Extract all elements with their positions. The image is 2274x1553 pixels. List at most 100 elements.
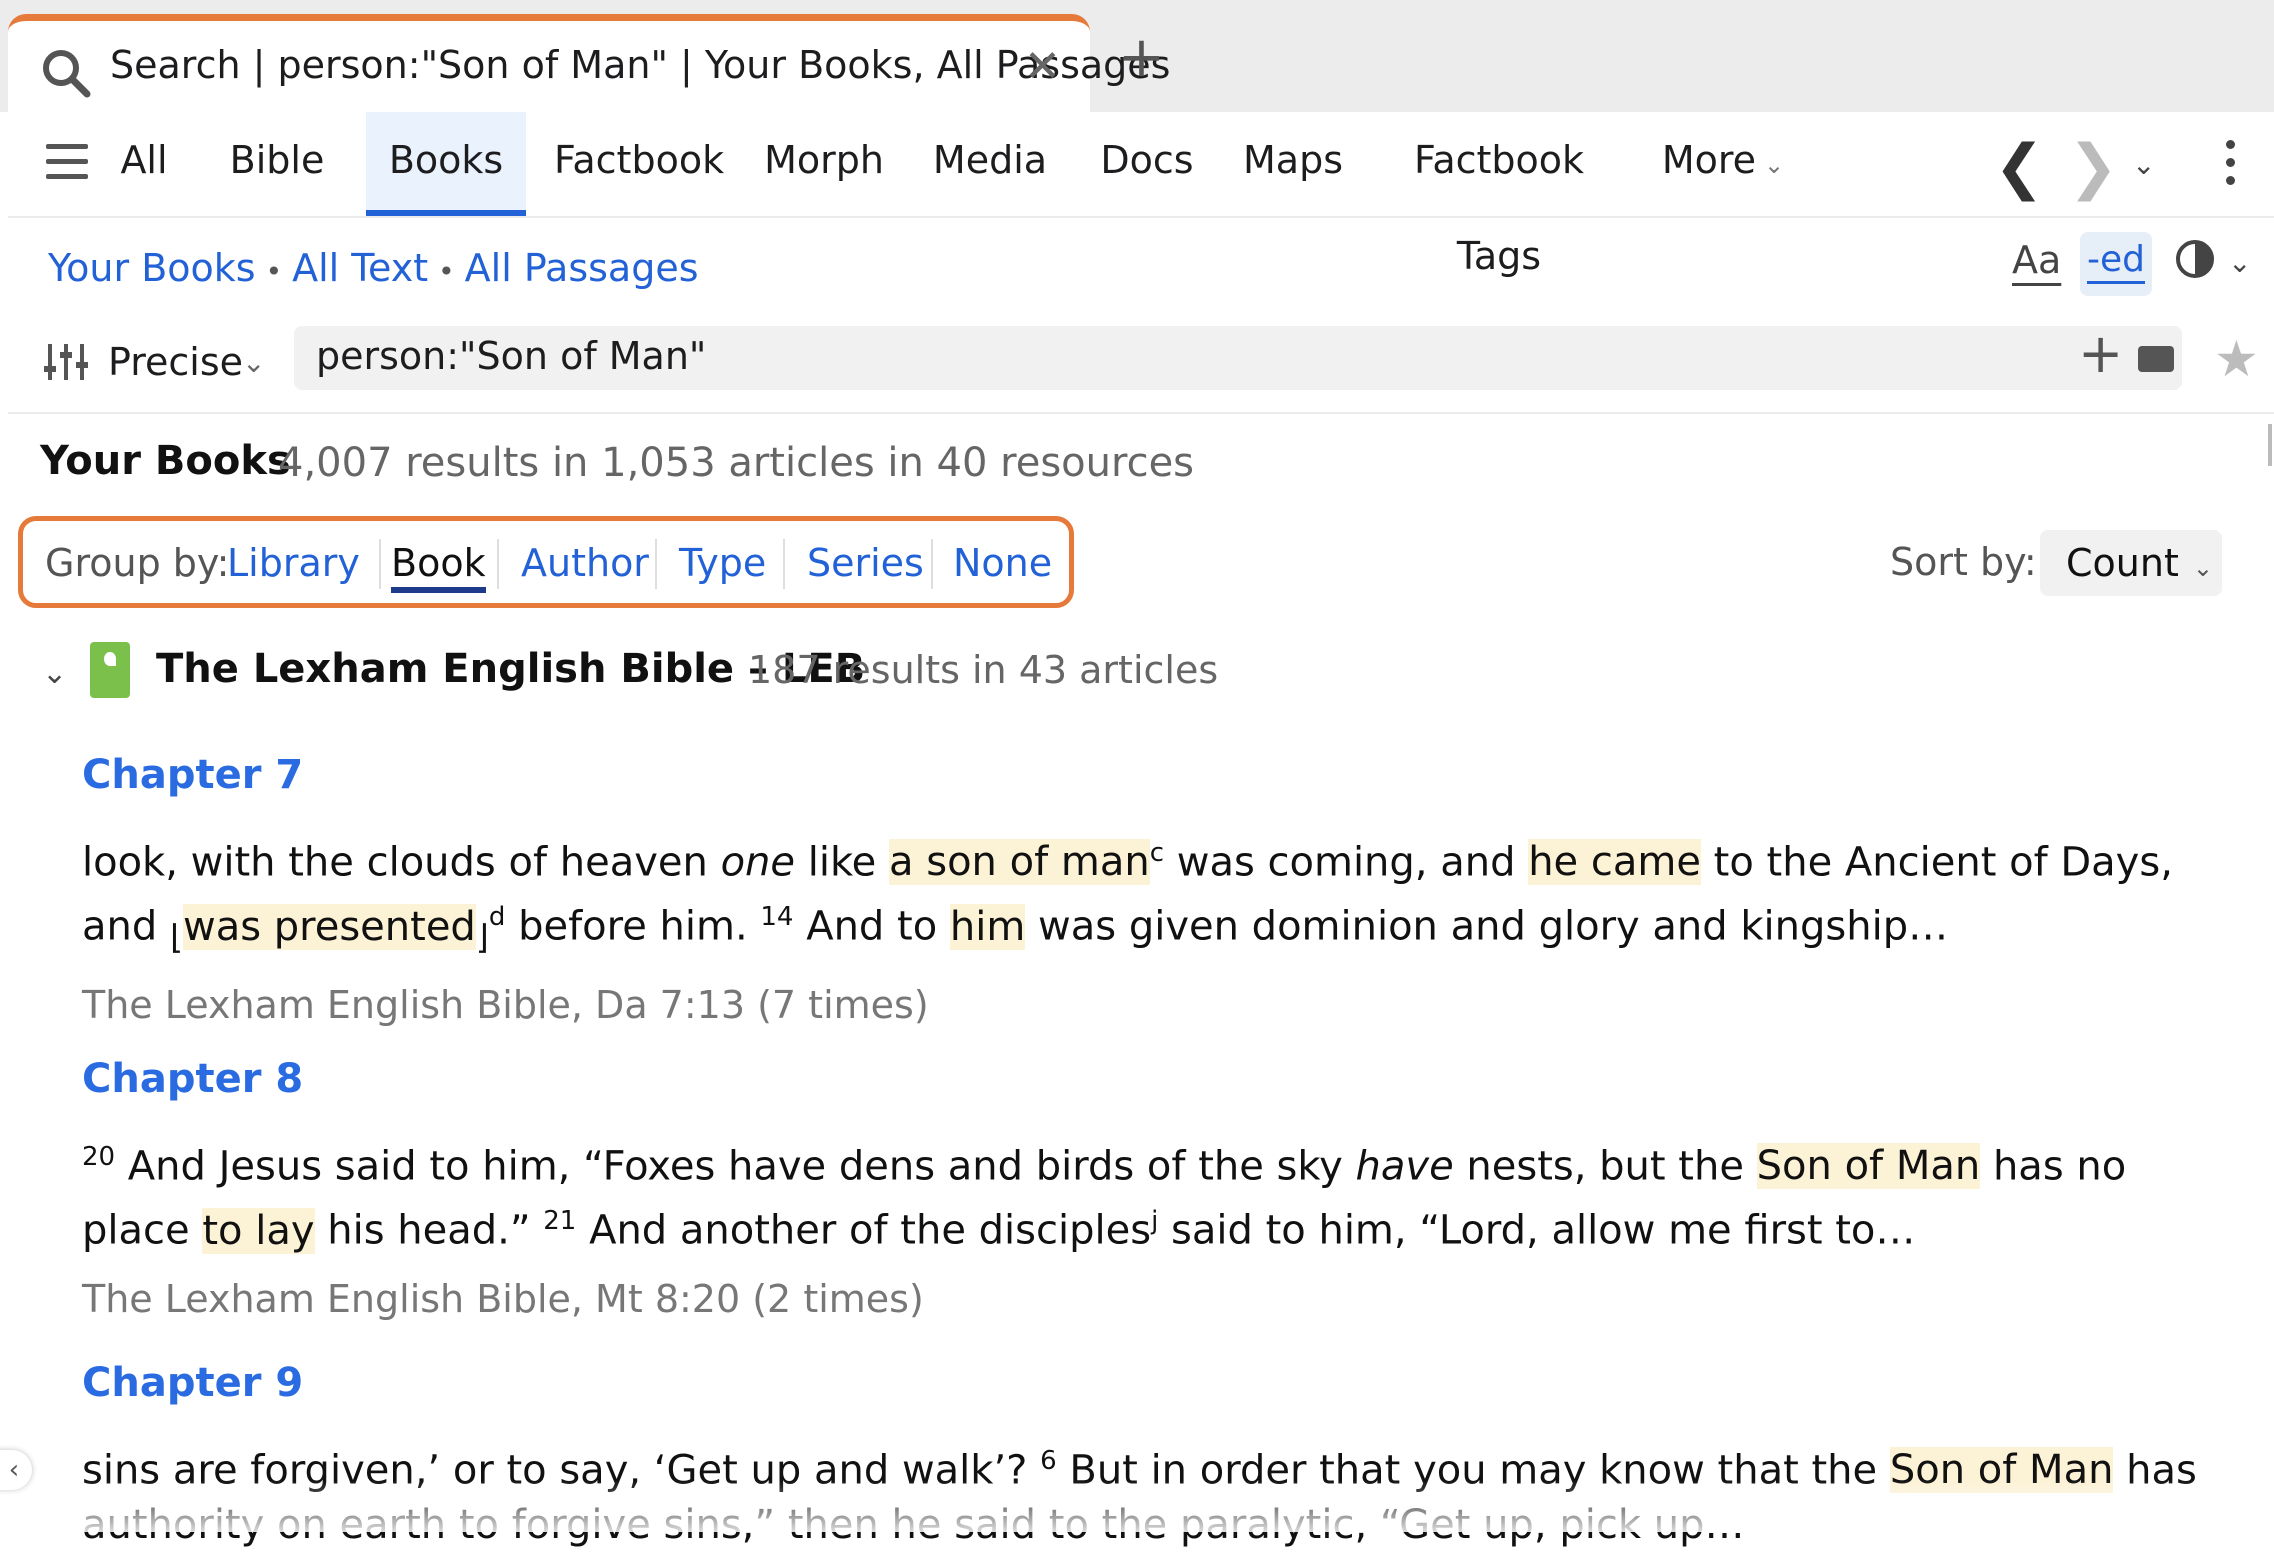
- search-mode-label[interactable]: Precise: [108, 340, 243, 384]
- result-heading[interactable]: Chapter 7: [82, 752, 2222, 798]
- text-run: said to him, “Lord, allow me first to…: [1158, 1207, 1916, 1254]
- sort-by-value: Count: [2066, 541, 2179, 585]
- search-input[interactable]: person:"Son of Man" +: [294, 322, 2182, 390]
- tab-morph[interactable]: Morph: [754, 112, 894, 216]
- tab-books[interactable]: Books: [366, 112, 526, 216]
- text-size-button[interactable]: Aa: [2012, 238, 2061, 282]
- tab-title: Search | person:"Son of Man" | Your Book…: [110, 43, 1171, 87]
- text-run: And Jesus said to him, “Foxes have dens …: [115, 1143, 1356, 1190]
- superscript-marker: 6: [1040, 1446, 1057, 1476]
- group-by-book[interactable]: Book: [391, 541, 486, 593]
- separator: [497, 539, 499, 589]
- add-icon[interactable]: +: [2078, 322, 2123, 387]
- result-text[interactable]: 20 And Jesus said to him, “Foxes have de…: [82, 1130, 2222, 1259]
- group-by-series[interactable]: Series: [807, 541, 924, 585]
- group-by-type[interactable]: Type: [679, 541, 766, 585]
- bracket-marker: ⌋: [475, 917, 489, 957]
- superscript-marker: c: [1149, 838, 1165, 868]
- tab-strip: Search | person:"Son of Man" | Your Book…: [0, 0, 2274, 112]
- forward-arrow-icon[interactable]: ❯: [2068, 132, 2118, 202]
- group-by-bar: Group by: Library Book Author Type Serie…: [18, 516, 1074, 608]
- result-item: Chapter 7 look, with the clouds of heave…: [82, 752, 2222, 1027]
- chevron-down-icon[interactable]: ⌄: [242, 346, 265, 379]
- search-hit-highlight: he came: [1528, 839, 1701, 886]
- sort-by-dropdown[interactable]: Count ⌄: [2040, 530, 2222, 596]
- tab-factbook[interactable]: Factbook: [554, 112, 724, 216]
- collapse-chevron-icon[interactable]: ⌄: [42, 656, 67, 691]
- separator: [379, 539, 381, 589]
- text-run: before him.: [505, 903, 761, 950]
- chevron-down-icon: ⌄: [2192, 554, 2213, 582]
- bottom-fade: [0, 1480, 2274, 1532]
- superscript-marker: 14: [760, 902, 794, 933]
- text-run: And to: [793, 903, 950, 950]
- breadcrumb-separator: •: [265, 255, 283, 288]
- tab-all[interactable]: All: [94, 112, 194, 216]
- tab-media[interactable]: Media: [920, 112, 1060, 216]
- text-run: his head.”: [314, 1207, 544, 1254]
- sort-by-label: Sort by:: [1890, 540, 2037, 584]
- text-run: And another of the disciples: [576, 1207, 1152, 1254]
- chevron-down-icon: ⌄: [1764, 151, 1785, 179]
- search-hit-highlight: Son of Man: [1756, 1143, 1981, 1190]
- group-by-library[interactable]: Library: [227, 541, 360, 585]
- search-hit-highlight: a son of man: [889, 839, 1150, 886]
- result-heading[interactable]: Chapter 8: [82, 1056, 2222, 1102]
- search-hit-highlight: him: [949, 903, 1026, 950]
- breadcrumb-all-passages[interactable]: All Passages: [465, 246, 699, 290]
- more-options-icon[interactable]: [2226, 140, 2238, 188]
- separator: [783, 539, 785, 589]
- text-run: look, with the clouds of heaven: [82, 839, 721, 886]
- result-heading[interactable]: Chapter 9: [82, 1360, 2222, 1406]
- tab-factbook-tags[interactable]: Factbook Tags: [1374, 112, 1624, 278]
- result-item: Chapter 8 20 And Jesus said to him, “Fox…: [82, 1056, 2222, 1321]
- breadcrumb-separator: •: [438, 255, 455, 288]
- text-run: like: [795, 839, 890, 886]
- text-run: was given dominion and glory and kingshi…: [1025, 903, 1949, 950]
- search-tab[interactable]: Search | person:"Son of Man" | Your Book…: [8, 14, 1170, 112]
- new-tab-button[interactable]: +: [1118, 30, 1165, 86]
- breadcrumb-your-books[interactable]: Your Books: [48, 246, 256, 290]
- italic-text: have: [1355, 1143, 1454, 1190]
- scrollbar[interactable]: [2268, 424, 2272, 466]
- chevron-down-icon[interactable]: ⌄: [2228, 246, 2251, 279]
- breadcrumb: Your Books • All Text • All Passages: [48, 246, 699, 290]
- search-kind-navbar: All Bible Books Factbook Morph Media Doc…: [8, 112, 2274, 278]
- tab-maps[interactable]: Maps: [1228, 112, 1358, 216]
- history-chevron-icon[interactable]: ⌄: [2132, 148, 2155, 181]
- result-citation[interactable]: The Lexham English Bible, Mt 8:20 (2 tim…: [82, 1277, 2222, 1321]
- results-title: Your Books: [40, 438, 291, 484]
- separator: [931, 539, 933, 589]
- back-arrow-icon[interactable]: ❮: [1994, 132, 2044, 202]
- theme-contrast-icon[interactable]: [2174, 238, 2216, 280]
- search-hit-highlight: to lay: [202, 1207, 315, 1254]
- group-summary: 187 results in 43 articles: [748, 648, 1219, 692]
- group-by-label: Group by:: [45, 541, 230, 585]
- text-run: was coming, and: [1164, 839, 1529, 886]
- more-label: More: [1661, 138, 1757, 182]
- text-run: nests, but the: [1453, 1143, 1757, 1190]
- breadcrumb-all-text[interactable]: All Text: [292, 246, 428, 290]
- superscript-marker: 21: [543, 1206, 577, 1237]
- search-hit-highlight: was presented: [182, 903, 476, 950]
- keyboard-icon[interactable]: [2138, 346, 2174, 372]
- tab-more[interactable]: More ⌄: [1648, 112, 1798, 216]
- divider: [8, 412, 2274, 414]
- separator: [655, 539, 657, 589]
- superscript-marker: d: [488, 902, 506, 933]
- tab-docs[interactable]: Docs: [1082, 112, 1212, 216]
- star-icon[interactable]: ★: [2214, 330, 2259, 388]
- bracket-marker: ⌊: [169, 917, 183, 957]
- hamburger-menu-icon[interactable]: [46, 144, 88, 180]
- tab-bible[interactable]: Bible: [222, 112, 332, 216]
- sliders-icon[interactable]: [44, 342, 88, 382]
- group-by-author[interactable]: Author: [521, 541, 649, 585]
- superscript-marker: 20: [82, 1142, 116, 1172]
- close-icon[interactable]: ✕: [1024, 41, 1061, 94]
- group-by-none[interactable]: None: [953, 541, 1052, 585]
- inflections-button[interactable]: -ed: [2080, 232, 2152, 296]
- result-citation[interactable]: The Lexham English Bible, Da 7:13 (7 tim…: [82, 983, 2222, 1027]
- result-text[interactable]: look, with the clouds of heaven one like…: [82, 826, 2222, 965]
- search-query[interactable]: person:"Son of Man": [316, 334, 706, 378]
- book-cover-icon: [90, 642, 130, 698]
